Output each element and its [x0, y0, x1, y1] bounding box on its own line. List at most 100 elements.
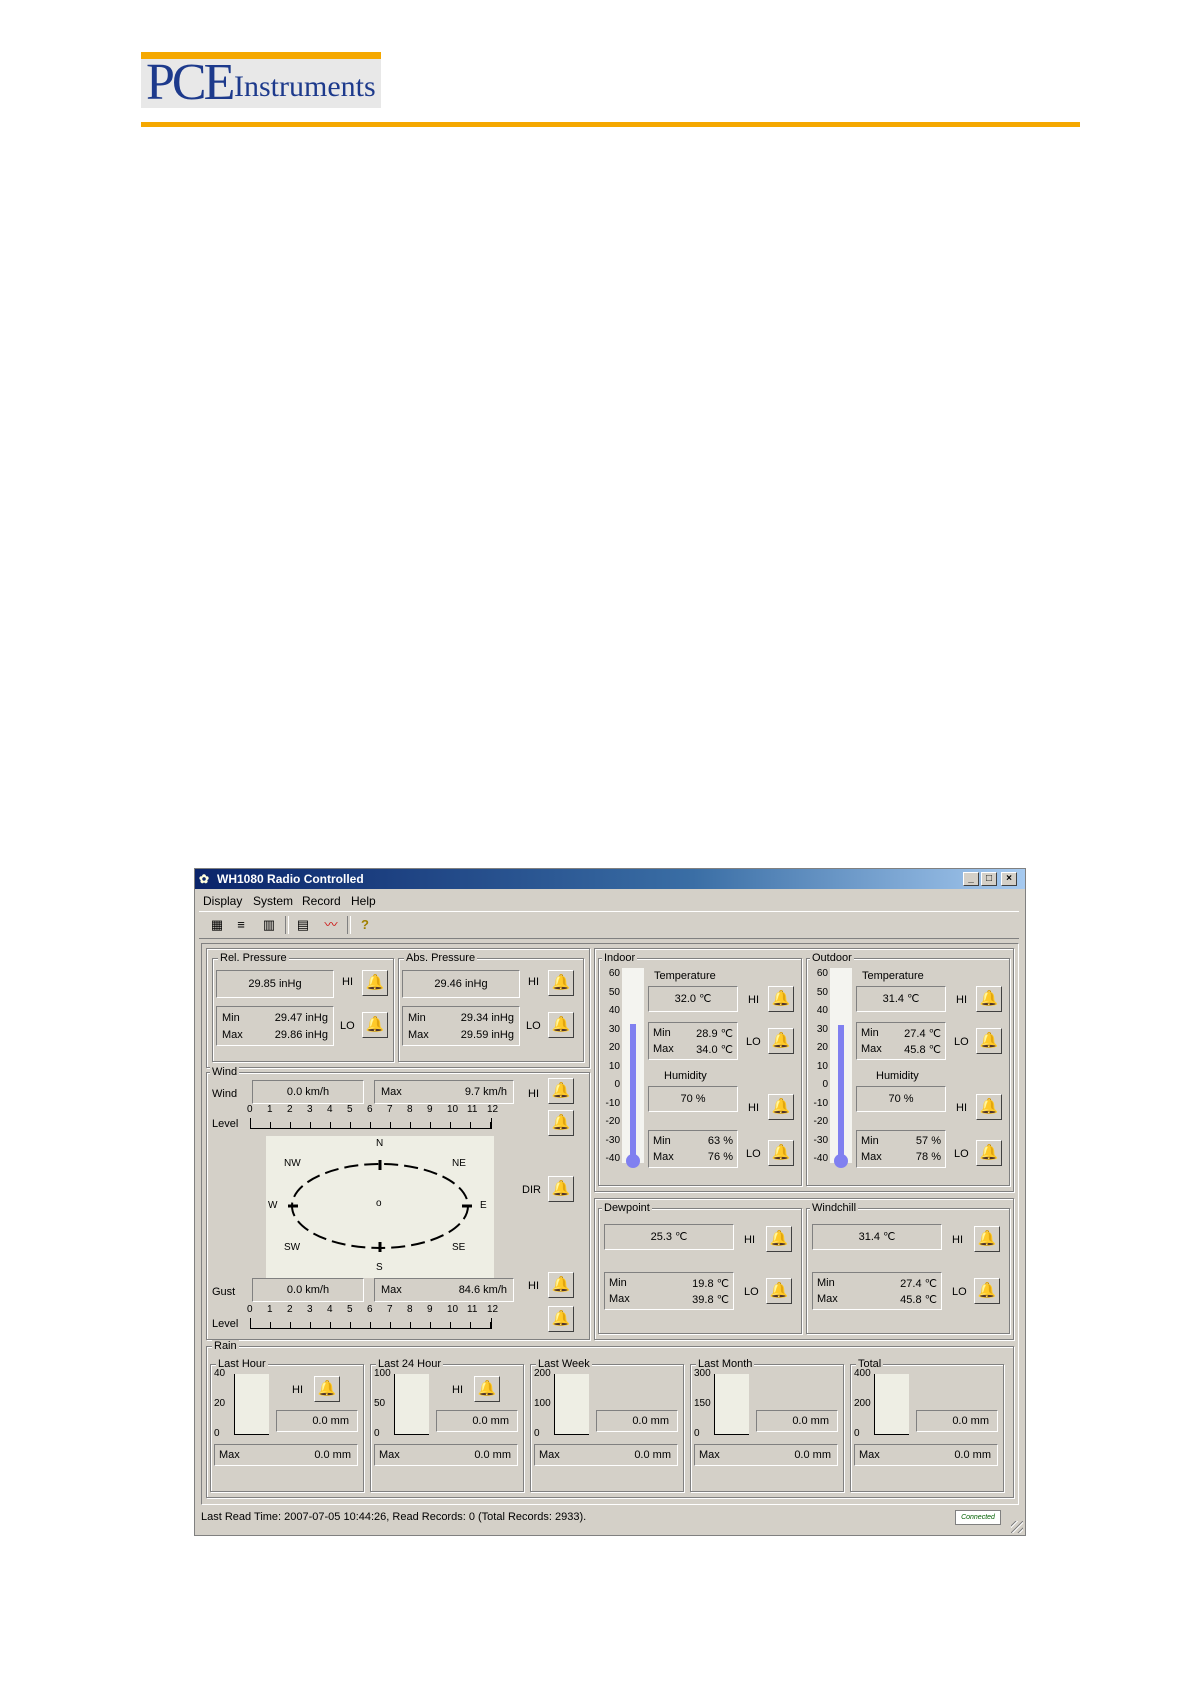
- gust-level-ruler: [250, 1318, 492, 1329]
- bell-icon[interactable]: 🔔: [548, 970, 574, 996]
- gust-level-tick-label: 5: [347, 1304, 353, 1315]
- bell-icon[interactable]: 🔔: [548, 1176, 574, 1202]
- abs-pressure-max: 29.59 inHg: [460, 1029, 514, 1041]
- abs-pressure-value: 29.46 inHg: [402, 970, 520, 998]
- bell-icon[interactable]: 🔔: [362, 970, 388, 996]
- indoor-temperature: 32.0 ℃: [648, 986, 738, 1012]
- rain-scale-label: 150: [694, 1398, 711, 1409]
- gust-level-tick: [330, 1322, 331, 1328]
- bell-icon[interactable]: 🔔: [974, 1278, 1000, 1304]
- bell-icon[interactable]: 🔔: [766, 1226, 792, 1252]
- outdoor-hum-min: 57 %: [915, 1135, 941, 1147]
- gust-level-scale: 0 1 2 3 4 5 6 7 8 9 10 11 12: [247, 1304, 514, 1330]
- menu-record[interactable]: Record: [302, 894, 341, 908]
- gust-level-tick-label: 0: [247, 1304, 253, 1315]
- logo-instruments-text: Instruments: [234, 70, 376, 103]
- wind-level-tick-label: 3: [307, 1104, 313, 1115]
- max-label: Max: [408, 1029, 429, 1041]
- bell-icon[interactable]: 🔔: [976, 1140, 1002, 1166]
- indoor-hum-minmax: Min 63 % Max 76 %: [648, 1130, 738, 1168]
- menu-display[interactable]: Display: [203, 894, 242, 908]
- compass-sw: SW: [284, 1242, 301, 1253]
- outdoor-thermometer: [830, 968, 852, 1168]
- min-label: Min: [861, 1027, 879, 1039]
- minimize-button[interactable]: _: [963, 872, 979, 886]
- max-label: Max: [381, 1284, 402, 1296]
- main-panel: Rel. Pressure 29.85 inHg HI 🔔 Min 29.47 …: [201, 943, 1019, 1505]
- bell-icon[interactable]: 🔔: [766, 1278, 792, 1304]
- outdoor-scale-label: 20: [816, 1042, 828, 1053]
- bell-icon[interactable]: 🔔: [976, 1028, 1002, 1054]
- menu-help[interactable]: Help: [351, 894, 376, 908]
- wind-level-tick-label: 7: [387, 1104, 393, 1115]
- close-button[interactable]: ×: [1001, 872, 1017, 886]
- outdoor-temp-minmax: Min 27.4 ℃ Max 45.8 ℃: [856, 1022, 946, 1060]
- bell-icon[interactable]: 🔔: [768, 986, 794, 1012]
- rain-scale-label: 200: [854, 1398, 871, 1409]
- system-icon[interactable]: ≡: [231, 915, 251, 935]
- rel-pressure-value: 29.85 inHg: [216, 970, 334, 998]
- wind-level-tick: [250, 1122, 251, 1128]
- rain-bar-chart: [234, 1374, 269, 1435]
- gust-level-tick-label: 9: [427, 1304, 433, 1315]
- wind-level-tick: [290, 1122, 291, 1128]
- indoor-scale-label: -10: [605, 1097, 620, 1109]
- bell-icon[interactable]: 🔔: [976, 986, 1002, 1012]
- menu-system[interactable]: System: [253, 894, 293, 908]
- rain-scale-label: 0: [214, 1428, 220, 1439]
- gust-level-tick-label: 6: [367, 1304, 373, 1315]
- resize-gripper[interactable]: [1011, 1521, 1023, 1533]
- bell-icon[interactable]: 🔔: [768, 1140, 794, 1166]
- max-label: Max: [861, 1043, 882, 1055]
- indoor-scale-label: -20: [605, 1116, 620, 1127]
- min-label: Min: [653, 1135, 671, 1147]
- indoor-scale-label: -40: [605, 1153, 620, 1164]
- temperature-label: Temperature: [654, 970, 716, 982]
- wind-level-tick: [390, 1122, 391, 1128]
- help-icon[interactable]: ?: [355, 915, 375, 935]
- bell-icon[interactable]: 🔔: [768, 1028, 794, 1054]
- bell-icon[interactable]: 🔔: [548, 1272, 574, 1298]
- bell-icon[interactable]: 🔔: [548, 1012, 574, 1038]
- bell-icon[interactable]: 🔔: [548, 1306, 574, 1332]
- bell-icon[interactable]: 🔔: [548, 1110, 574, 1136]
- min-label: Min: [609, 1277, 627, 1289]
- hi-label: HI: [292, 1384, 303, 1396]
- graph-icon[interactable]: 〰: [321, 915, 341, 935]
- bell-icon[interactable]: 🔔: [976, 1094, 1002, 1120]
- abs-pressure-minmax: Min 29.34 inHg Max 29.59 inHg: [402, 1006, 520, 1046]
- hi-label: HI: [528, 1088, 539, 1100]
- rain-max-field: Max 0.0 mm: [534, 1444, 678, 1466]
- bell-icon[interactable]: 🔔: [548, 1078, 574, 1104]
- gust-level-tick-label: 11: [467, 1304, 478, 1315]
- maximize-button[interactable]: □: [981, 872, 997, 886]
- app-icon: ✿: [199, 872, 210, 886]
- outdoor-scale-label: -30: [813, 1134, 828, 1146]
- gust-level-tick: [470, 1322, 471, 1328]
- wind-max-value: 9.7 km/h: [464, 1086, 507, 1098]
- rain-bar-chart: [874, 1374, 909, 1435]
- bell-icon[interactable]: 🔔: [474, 1376, 500, 1402]
- gust-level-tick: [450, 1322, 451, 1328]
- bell-icon[interactable]: 🔔: [314, 1376, 340, 1402]
- rain-panels: Last Hour 40 20 0 HI 🔔 0.0 mm Max 0.0 mm Last 24 …: [210, 1356, 1010, 1494]
- record-icon[interactable]: ▥: [259, 915, 279, 935]
- bell-icon[interactable]: 🔔: [768, 1094, 794, 1120]
- compass-w: W: [268, 1200, 278, 1211]
- rel-pressure-max: 29.86 inHg: [274, 1029, 328, 1041]
- rain-value: 0.0 mm: [436, 1410, 518, 1432]
- indoor-thermo-bulb: [626, 1154, 640, 1168]
- min-label: Min: [408, 1012, 426, 1024]
- display-icon[interactable]: ▦: [207, 915, 227, 935]
- gust-level-tick-label: 1: [267, 1304, 273, 1315]
- calendar-icon[interactable]: ▤: [293, 915, 313, 935]
- hi-label: HI: [956, 994, 967, 1006]
- wind-level-tick: [410, 1122, 411, 1128]
- outdoor-humidity: 70 %: [856, 1086, 946, 1112]
- status-bar: Last Read Time: 2007-07-05 10:44:26, Rea…: [199, 1507, 1019, 1527]
- bell-icon[interactable]: 🔔: [974, 1226, 1000, 1252]
- bell-icon[interactable]: 🔔: [362, 1012, 388, 1038]
- lo-label: LO: [340, 1020, 355, 1032]
- wind-level-ruler: [250, 1118, 492, 1129]
- title-bar[interactable]: ✿ WH1080 Radio Controlled _ □ ×: [195, 869, 1025, 889]
